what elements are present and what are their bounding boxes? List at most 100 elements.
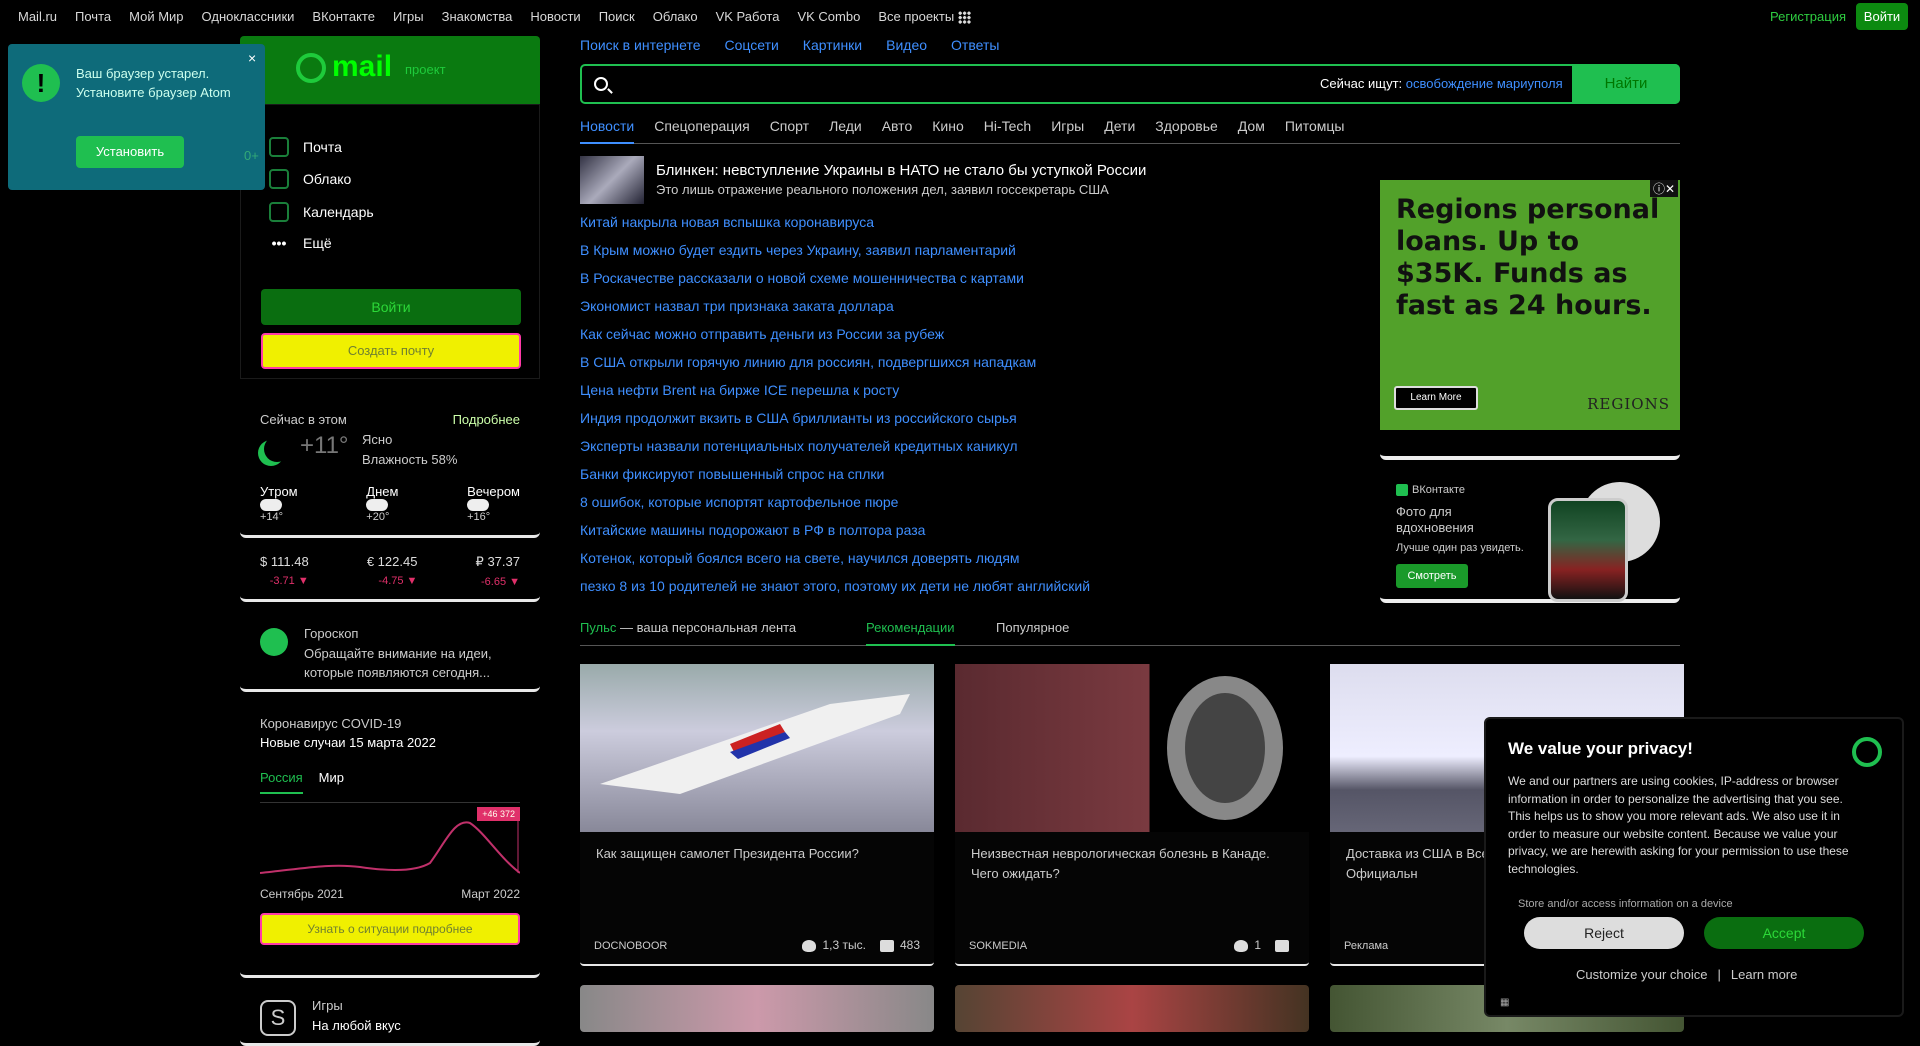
mail-logo[interactable]: mail: [296, 50, 392, 84]
topbar-link-all-projects[interactable]: Все проекты: [878, 9, 972, 25]
mail-item-cloud[interactable]: Облако: [269, 169, 351, 189]
card-likes: 1,3 тыс.: [822, 938, 866, 952]
headline-link[interactable]: Как сейчас можно отправить деньги из Рос…: [580, 325, 1340, 353]
feed-card[interactable]: Неизвестная неврологическая болезнь в Ка…: [955, 664, 1309, 966]
ad-close-icon[interactable]: ⓘ✕: [1649, 180, 1678, 197]
search-bar: Сейчас ищут: освобождение мариуполя Найт…: [580, 64, 1680, 104]
headline-link[interactable]: Банки фиксируют повышенный спрос на сплк…: [580, 465, 1340, 493]
tab-hitech[interactable]: Hi-Tech: [984, 118, 1031, 143]
banner-ad-regions[interactable]: Regions personal loans. Up to $35K. Fund…: [1380, 168, 1680, 460]
tab-games[interactable]: Игры: [1051, 118, 1084, 143]
headline-link[interactable]: пезко 8 из 10 родителей не знают этого, …: [580, 577, 1340, 605]
ad-brand: ВКонтакте: [1396, 484, 1465, 497]
topbar-link-dating[interactable]: Знакомства: [442, 9, 513, 24]
card-meta: 1,3 тыс. 483: [788, 938, 920, 952]
topbar-link-cloud[interactable]: Облако: [653, 9, 698, 24]
mail-item-more[interactable]: ••• Ещё: [269, 235, 332, 251]
mail-item-pochta[interactable]: Почта: [269, 137, 342, 157]
headline-link[interactable]: В Крым можно будет ездить через Украину,…: [580, 241, 1340, 269]
topbar-link-ok[interactable]: Одноклассники: [202, 9, 295, 24]
feed-card[interactable]: Как защищен самолет Президента России? D…: [580, 664, 934, 966]
weather-widget[interactable]: Сейчас в этом Подробнее +11° Ясно Влажнос…: [240, 398, 540, 538]
banner-ad-vk[interactable]: ВКонтакте Фото для вдохновения Лучше оди…: [1380, 470, 1680, 603]
mail-icon: [269, 137, 289, 157]
headline-link[interactable]: Котенок, который боялся всего на свете, …: [580, 549, 1340, 577]
topbar-link-moy-mir[interactable]: Мой Мир: [129, 9, 183, 24]
topbar-login-button[interactable]: Войти: [1856, 3, 1908, 30]
topbar-link-vk[interactable]: ВКонтакте: [312, 9, 375, 24]
headline-link[interactable]: В Роскачестве рассказали о новой схеме м…: [580, 269, 1340, 297]
tab-sport[interactable]: Спорт: [770, 118, 809, 143]
topbar-link-news[interactable]: Новости: [530, 9, 580, 24]
tab-pets[interactable]: Питомцы: [1285, 118, 1345, 143]
feed-tabs: Пульс — ваша персональная лента Рекоменд…: [580, 620, 1680, 646]
headline-link[interactable]: Индия продолжит вкзить в США бриллианты …: [580, 409, 1340, 437]
heart-icon[interactable]: [1234, 939, 1249, 952]
reject-button[interactable]: Reject: [1524, 917, 1684, 949]
tab-health[interactable]: Здоровье: [1155, 118, 1218, 143]
close-icon[interactable]: ×: [248, 50, 256, 66]
weather-more-link[interactable]: Подробнее: [453, 412, 520, 427]
tab-kino[interactable]: Кино: [932, 118, 964, 143]
tab-kids[interactable]: Дети: [1104, 118, 1135, 143]
games-icon: S: [260, 1000, 296, 1036]
horoscope-widget[interactable]: Гороскоп Обращайте внимание на идеи, кот…: [240, 612, 540, 692]
ad-learn-more-button[interactable]: Learn More: [1394, 386, 1478, 410]
airplane-illustration: [600, 694, 910, 794]
mail-login-button[interactable]: Войти: [261, 289, 521, 325]
tab-russia[interactable]: Россия: [260, 770, 303, 794]
heart-icon[interactable]: [802, 939, 817, 952]
topbar-link-vk-work[interactable]: VK Работа: [716, 9, 780, 24]
search-tab-social[interactable]: Соцсети: [724, 37, 778, 53]
tab-home[interactable]: Дом: [1238, 118, 1265, 143]
vk-icon: [1396, 484, 1408, 497]
games-widget[interactable]: S Игры На любой вкус: [240, 986, 540, 1046]
tab-lady[interactable]: Леди: [829, 118, 862, 143]
accept-button[interactable]: Accept: [1704, 917, 1864, 949]
headline-link[interactable]: Китай накрыла новая вспышка коронавируса: [580, 213, 1340, 241]
search-input[interactable]: [622, 72, 1322, 96]
search-tab-answers[interactable]: Ответы: [951, 37, 999, 53]
currency-rates[interactable]: $ 111.48 -3.71 ▼ € 122.45 -4.75 ▼ ₽ 37.37 -…: [240, 544, 540, 602]
search-tab-images[interactable]: Картинки: [803, 37, 862, 53]
tab-recommended[interactable]: Рекомендации: [866, 620, 955, 646]
pulse-tab[interactable]: Пульс — ваша персональная лента: [580, 620, 796, 635]
feed-card-preview[interactable]: [580, 985, 934, 1032]
ad-watch-button[interactable]: Смотреть: [1396, 564, 1468, 588]
comment-icon[interactable]: [1275, 939, 1289, 952]
tab-news[interactable]: Новости: [580, 118, 635, 144]
headline-link[interactable]: Китайские машины подорожают в РФ в полто…: [580, 521, 1340, 549]
headline-link[interactable]: Экономист назвал три признака заката дол…: [580, 297, 1340, 325]
tab-auto[interactable]: Авто: [882, 118, 913, 143]
cloud-icon: [260, 499, 282, 512]
search-tab-video[interactable]: Видео: [886, 37, 927, 53]
tab-world[interactable]: Мир: [319, 770, 344, 794]
headline-link[interactable]: 8 ошибок, которые испортят картофельное …: [580, 493, 1340, 521]
news-category-tabs: Новости Спецоперация Спорт Леди Авто Кин…: [580, 118, 1680, 144]
learn-more-link[interactable]: Learn more: [1731, 967, 1797, 982]
covid-more-button[interactable]: Узнать о ситуации подробнее: [260, 913, 520, 945]
search-button[interactable]: Найти: [1572, 64, 1680, 104]
tab-special-op[interactable]: Спецоперация: [654, 118, 749, 143]
create-mail-button[interactable]: Создать почту: [261, 333, 521, 369]
mail-item-calendar[interactable]: Календарь: [269, 202, 374, 222]
register-link[interactable]: Регистрация: [1770, 9, 1846, 24]
topbar-link-mailru[interactable]: Mail.ru: [18, 9, 57, 24]
lead-news-title[interactable]: Блинкен: невступление Украины в НАТО не …: [656, 162, 1146, 179]
search-tab-web[interactable]: Поиск в интернете: [580, 37, 700, 53]
headline-link[interactable]: В США открыли горячую линию для россиян,…: [580, 353, 1340, 381]
headline-link[interactable]: Цена нефти Brent на бирже ICE перешла к …: [580, 381, 1340, 409]
tab-popular[interactable]: Популярное: [996, 620, 1069, 635]
feed-card-preview[interactable]: [955, 985, 1309, 1032]
comment-icon[interactable]: [879, 939, 894, 952]
topbar-link-games[interactable]: Игры: [393, 9, 424, 24]
apps-grid-icon: [958, 11, 972, 25]
trending-query[interactable]: освобождение мариуполя: [1406, 76, 1563, 91]
rate-delta: -3.71 ▼: [269, 575, 309, 587]
topbar-link-pochta[interactable]: Почта: [75, 9, 111, 24]
topbar-link-search[interactable]: Поиск: [599, 9, 635, 24]
topbar-link-vk-combo[interactable]: VK Combo: [797, 9, 860, 24]
install-button[interactable]: Установить: [76, 136, 184, 168]
customize-link[interactable]: Customize your choice: [1576, 967, 1708, 982]
headline-link[interactable]: Эксперты назвали потенциальных получател…: [580, 437, 1340, 465]
